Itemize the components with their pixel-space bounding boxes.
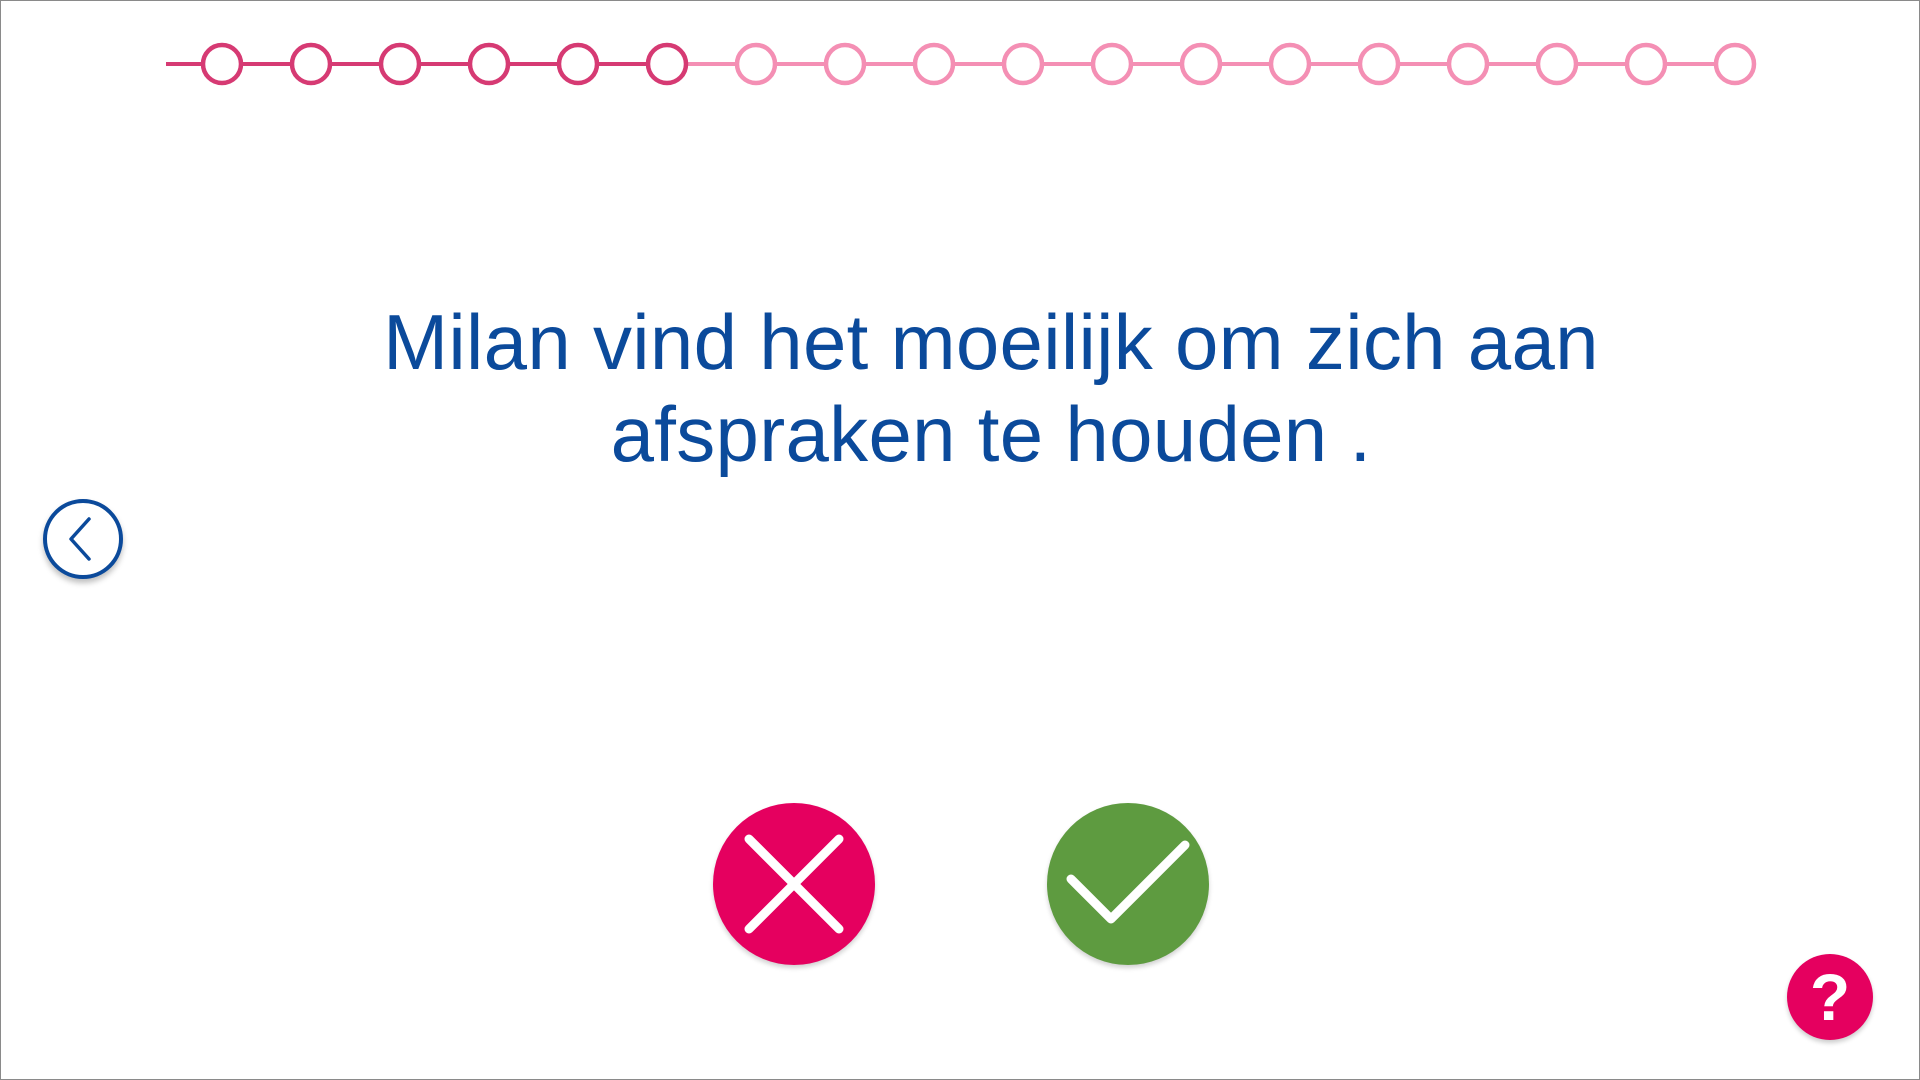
- progress-step-remaining: [1357, 42, 1401, 86]
- question-text: Milan vind het moeilijk om zich aan afsp…: [261, 296, 1721, 480]
- progress-step-remaining: [1624, 42, 1668, 86]
- progress-tracker: [166, 41, 1801, 87]
- help-button[interactable]: ?: [1787, 954, 1873, 1040]
- progress-step-remaining: [1179, 42, 1223, 86]
- no-button[interactable]: [713, 803, 875, 965]
- chevron-left-icon: [69, 517, 91, 561]
- progress-step-remaining: [1090, 42, 1134, 86]
- app-window: Milan vind het moeilijk om zich aan afsp…: [0, 0, 1920, 1080]
- progress-step-completed: [645, 42, 689, 86]
- progress-step-remaining: [823, 42, 867, 86]
- back-button[interactable]: [43, 499, 123, 579]
- progress-step-remaining: [1713, 42, 1757, 86]
- progress-step-completed: [289, 42, 333, 86]
- question-line-2: afspraken te houden .: [610, 390, 1372, 478]
- progress-step-remaining: [734, 42, 778, 86]
- progress-step-remaining: [1446, 42, 1490, 86]
- yes-button[interactable]: [1047, 803, 1209, 965]
- progress-step-completed: [556, 42, 600, 86]
- progress-step-remaining: [1535, 42, 1579, 86]
- checkmark-icon: [1066, 840, 1190, 924]
- progress-step-remaining: [912, 42, 956, 86]
- question-line-1: Milan vind het moeilijk om zich aan: [383, 298, 1599, 386]
- progress-step-remaining: [1268, 42, 1312, 86]
- progress-step-completed: [378, 42, 422, 86]
- progress-step-completed: [200, 42, 244, 86]
- progress-step-completed: [467, 42, 511, 86]
- progress-tracker-graphic: [166, 42, 1757, 86]
- progress-step-remaining: [1001, 42, 1045, 86]
- close-icon: [744, 834, 844, 934]
- question-mark-icon: ?: [1809, 960, 1851, 1034]
